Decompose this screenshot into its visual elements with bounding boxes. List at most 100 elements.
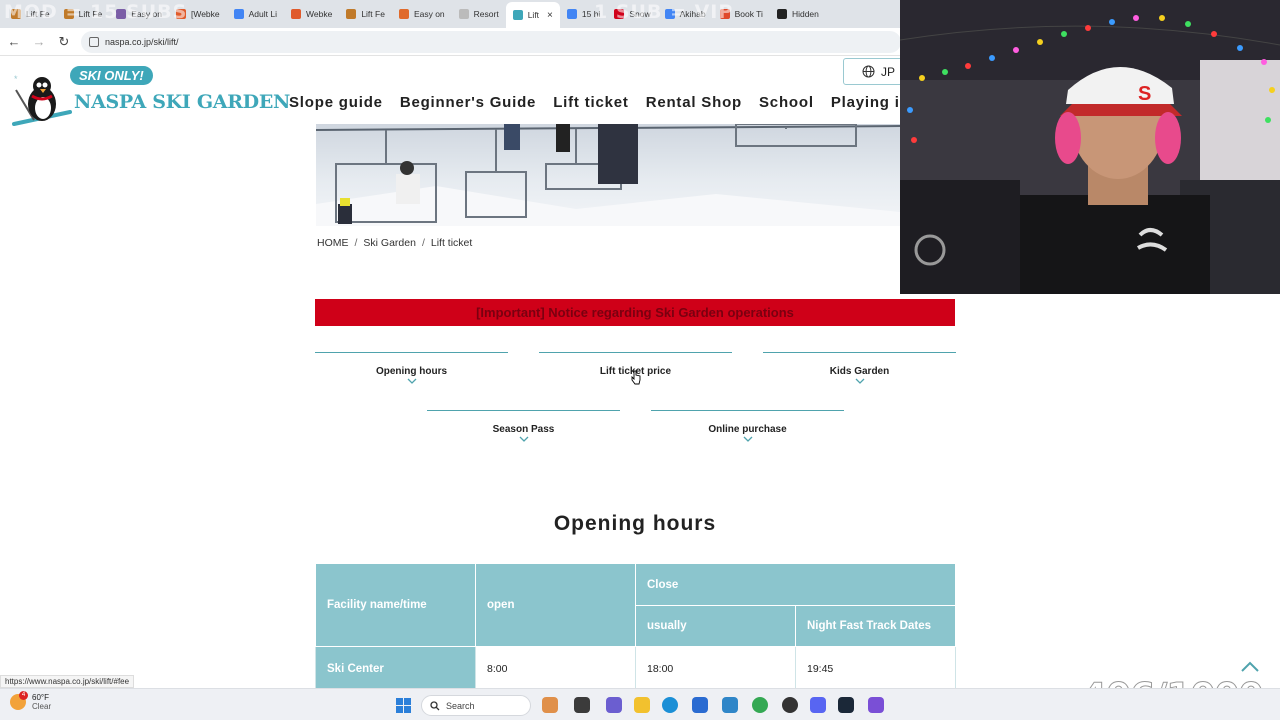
anchor-label: Season Pass [492,424,555,435]
stream-overlay-mods: MOD = 15 SUBS [4,1,188,23]
search-icon [430,700,440,710]
tab-label: Adult Li [248,9,277,19]
tab-label: Lift Fe [361,9,385,19]
tab-favicon-icon [291,9,301,19]
windows-taskbar: 4 60°F Clear Search [0,688,1280,720]
anchor-season-pass[interactable]: Season Pass [427,410,620,450]
tab-label: Book Ti [734,9,763,19]
taskbar-search-label: Search [446,700,475,711]
anchor-label: Online purchase [708,424,787,435]
tab-label: Hidden [791,9,819,19]
language-switch-button[interactable]: JP [843,58,903,85]
hero-ski-lift-photo [316,124,900,226]
penguin-mascot-icon: * [12,74,72,126]
chrome-icon[interactable] [752,697,768,713]
taskbar-search[interactable]: Search [421,695,531,716]
weather-condition: Clear [32,702,52,711]
col-night-fast-track: Night Fast Track Dates [795,605,956,647]
svg-text:*: * [14,74,18,84]
settings-app-icon[interactable] [722,697,738,713]
snipping-tool-icon[interactable] [868,697,884,713]
tab-favicon-icon [776,9,787,19]
col-open: open [475,563,636,647]
breadcrumb-ski-garden[interactable]: Ski Garden [363,237,416,249]
store-icon[interactable] [692,697,708,713]
main-nav: Slope guide Beginner's Guide Lift ticket… [289,94,910,111]
obs-icon[interactable] [782,697,798,713]
tab-favicon-icon [458,9,469,19]
chevron-down-icon [407,378,416,384]
anchor-label: Opening hours [375,366,448,377]
stream-overlay-subs: 1 SUB = VIP [594,1,734,23]
nav-playing-in[interactable]: Playing in [831,94,910,111]
naspa-logo[interactable]: * SKI ONLY! NASPA SKI GARDEN [8,60,290,126]
address-bar-url: naspa.co.jp/ski/lift/ [105,36,179,47]
site-info-icon[interactable] [89,36,99,47]
nav-beginners-guide[interactable]: Beginner's Guide [400,94,536,111]
weather-temp: 60°F [32,693,49,702]
cell-night: 19:45 [795,646,956,691]
tab-label: Easy on [413,9,445,19]
tab-label: Lift [527,10,540,20]
chevron-down-icon [743,436,752,442]
tab-label: [Webke [190,9,220,19]
back-to-top-icon[interactable] [1240,660,1260,674]
anchor-online-purchase[interactable]: Online purchase [651,410,844,450]
streamer-webcam: S [900,0,1280,294]
nav-slope-guide[interactable]: Slope guide [289,94,383,111]
address-bar[interactable]: naspa.co.jp/ski/lift/ [81,30,901,53]
site-header: * SKI ONLY! NASPA SKI GARDEN Slope guide… [0,56,909,126]
chevron-down-icon [855,378,864,384]
row-facility-name: Ski Center [315,646,476,691]
browser-tab[interactable]: Lift Fe [339,3,392,25]
cell-open: 8:00 [475,646,636,691]
task-view-icon[interactable] [574,697,590,713]
nav-rental-shop[interactable]: Rental Shop [646,94,742,111]
breadcrumb-separator: / [354,237,358,249]
tab-favicon-icon [398,9,409,19]
mouse-cursor-icon [631,370,641,385]
ski-only-badge: SKI ONLY! [70,66,153,85]
browser-tab[interactable]: Adult Li [227,3,284,25]
breadcrumb: HOME / Ski Garden / Lift ticket [317,237,472,249]
steam-icon[interactable] [838,697,854,713]
windows-start-icon[interactable] [396,698,411,713]
col-close: Close [635,563,956,606]
nav-school[interactable]: School [759,94,814,111]
globe-icon [862,65,875,78]
opening-hours-heading: Opening hours [553,512,717,535]
edge-browser-icon[interactable] [662,697,678,713]
browser-tab[interactable]: Webke [284,3,339,25]
browser-tab[interactable]: Hidden [770,3,826,25]
reload-button[interactable]: ↻ [53,31,75,53]
svg-text:S: S [1138,83,1151,105]
gift-app-icon[interactable] [542,697,558,713]
logo-wordmark: NASPA SKI GARDEN [74,91,291,113]
anchor-label: Kids Garden [829,366,890,377]
teams-icon[interactable] [606,697,622,713]
cell-usually: 18:00 [635,646,796,691]
browser-tab[interactable]: Easy on [392,3,452,25]
tab-favicon-icon [233,9,244,19]
browser-tab[interactable]: Lift × [505,2,560,28]
opening-hours-table: Facility name/time open Close usually Ni… [315,563,956,691]
discord-icon[interactable] [810,697,826,713]
table-row: Ski Center 8:00 18:00 19:45 [315,646,956,691]
back-button[interactable]: ← [3,31,25,53]
tab-favicon-icon [346,9,357,19]
browser-tab[interactable]: Resort [452,3,506,25]
tab-favicon-icon [512,10,523,20]
tab-label: Webke [306,9,333,19]
link-status-url: https://www.naspa.co.jp/ski/lift/#fee [0,675,135,688]
weather-widget[interactable]: 4 60°F Clear [10,691,52,711]
anchor-opening-hours[interactable]: Opening hours [315,352,508,392]
anchor-kids-garden[interactable]: Kids Garden [763,352,956,392]
breadcrumb-home[interactable]: HOME [317,237,349,249]
file-explorer-icon[interactable] [634,697,650,713]
important-notice-banner[interactable]: [Important] Notice regarding Ski Garden … [315,299,955,326]
tab-label: Resort [473,9,499,19]
col-usually: usually [635,605,796,647]
nav-lift-ticket[interactable]: Lift ticket [553,94,628,111]
forward-button[interactable]: → [28,31,50,53]
close-tab-icon[interactable]: × [547,10,553,21]
